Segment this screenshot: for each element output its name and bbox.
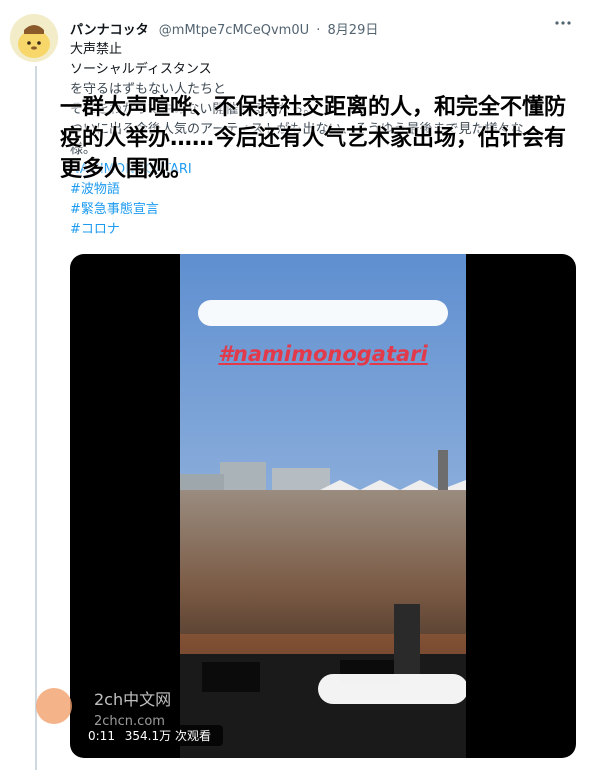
- pompompurin-avatar-icon: [10, 14, 58, 62]
- avatar[interactable]: [10, 14, 58, 62]
- author-name[interactable]: パンナコッタ: [70, 23, 149, 38]
- watermark-text: 2ch中文网: [94, 690, 172, 709]
- site-watermark: 2ch中文网 2chcn.com: [32, 684, 202, 729]
- tweet-header: パンナコッタ @mMtpe7cMCeQvm0U · 8月29日: [70, 19, 559, 39]
- video-views: 354.1万 次观看: [124, 729, 211, 743]
- hashtag-link[interactable]: #緊急事態宣言: [70, 200, 570, 220]
- video-duration: 0:11: [88, 729, 115, 743]
- overlay-caption: 一群大声喧哗、不保持社交距离的人，和完全不懂防疫的人举办……今后还有人气艺术家出…: [60, 95, 567, 182]
- thread-line: [35, 66, 37, 770]
- blurred-username-overlay: [198, 300, 448, 326]
- video-player[interactable]: #namimonogatari: [70, 254, 576, 758]
- watermark-logo-icon: [36, 688, 72, 724]
- tweet-date[interactable]: 8月29日: [328, 23, 379, 38]
- blurred-comment-overlay: [318, 674, 466, 704]
- video-stats: 0:11 354.1万 次观看: [82, 725, 223, 746]
- tweet-line: ソーシャルディスタンス: [70, 62, 212, 77]
- video-hashtag-overlay: #namimonogatari: [218, 342, 428, 366]
- author-handle[interactable]: @mMtpe7cMCeQvm0U: [159, 23, 309, 38]
- more-options-icon: [555, 21, 571, 25]
- hashtag-link[interactable]: #コロナ: [70, 220, 570, 240]
- tweet-line: 大声禁止: [70, 42, 123, 57]
- separator: ·: [316, 23, 321, 38]
- ellipsis-icon[interactable]: [551, 14, 575, 38]
- video-frame[interactable]: #namimonogatari: [180, 254, 466, 758]
